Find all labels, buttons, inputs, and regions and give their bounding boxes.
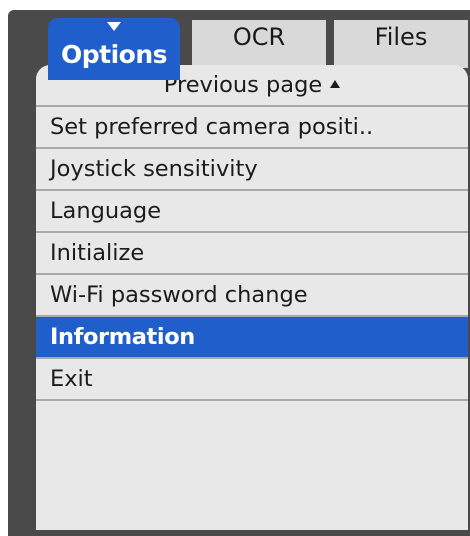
menu-item-label: Joystick sensitivity: [50, 156, 258, 182]
menu-item-language[interactable]: Language: [36, 191, 468, 233]
menu-item-label: Set preferred camera positi..: [50, 114, 374, 140]
menu-item-wifi-password-change[interactable]: Wi-Fi password change: [36, 275, 468, 317]
tab-ocr[interactable]: OCR: [192, 20, 326, 68]
menu-item-camera-position[interactable]: Set preferred camera positi..: [36, 107, 468, 149]
device-bezel: OCR Files Previous page Set preferred ca…: [8, 10, 470, 536]
tab-options[interactable]: Options: [48, 18, 180, 80]
triangle-down-icon: [107, 22, 121, 31]
tab-options-label: Options: [60, 40, 168, 69]
menu-item-label: Wi-Fi password change: [50, 282, 308, 308]
tab-files-label: Files: [374, 23, 428, 51]
tab-files[interactable]: Files: [334, 20, 468, 68]
screen: OCR Files Previous page Set preferred ca…: [0, 0, 470, 536]
menu-item-label: Initialize: [50, 240, 145, 266]
menu-item-information[interactable]: Information: [36, 317, 468, 359]
menu-item-label: Language: [50, 198, 162, 224]
menu-item-initialize[interactable]: Initialize: [36, 233, 468, 275]
triangle-up-icon: [330, 80, 341, 88]
menu-item-exit[interactable]: Exit: [36, 359, 468, 401]
tab-ocr-label: OCR: [232, 23, 286, 51]
menu-empty-row: [36, 401, 468, 443]
options-menu: Previous page Set preferred camera posit…: [36, 65, 468, 530]
menu-item-label: Exit: [50, 366, 93, 392]
menu-item-joystick-sensitivity[interactable]: Joystick sensitivity: [36, 149, 468, 191]
menu-item-label: Information: [50, 324, 195, 350]
previous-page-label: Previous page: [163, 72, 323, 98]
